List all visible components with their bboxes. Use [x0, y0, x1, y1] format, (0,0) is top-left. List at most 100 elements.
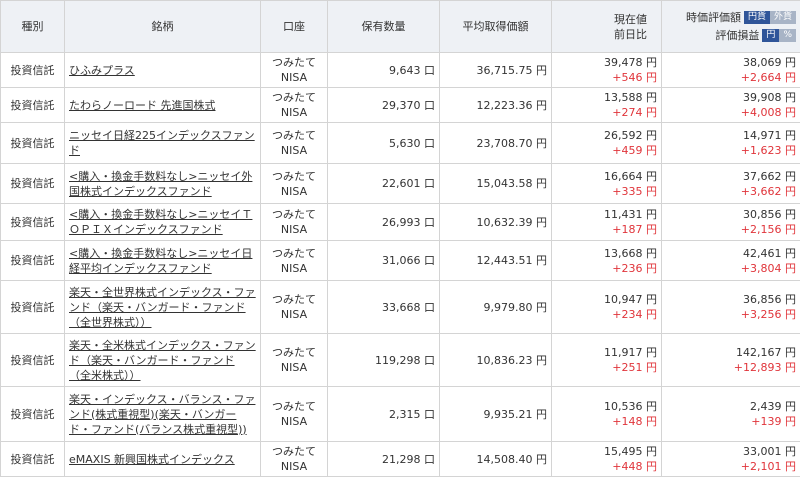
account-type: つみたて NISA [260, 203, 328, 241]
change-label: 前日比 [614, 27, 647, 41]
change-value: +335 円 [612, 184, 657, 198]
account-line-1: つみたて [272, 56, 316, 69]
fund-type: 投資信託 [0, 52, 65, 88]
toggle-foreign-button[interactable]: 外貨 [769, 11, 796, 24]
fund-name-cell: <購入・換金手数料なし>ニッセイ外国株式インデックスファンド [64, 163, 261, 204]
fund-name-link[interactable]: ニッセイ日経225インデックスファンド [69, 129, 255, 157]
col-header-quantity: 保有数量 [327, 0, 440, 53]
price-cell: 11,917 円 +251 円 [551, 333, 662, 387]
quantity-value: 22,601 口 [327, 163, 440, 204]
account-line-1: つみたて [272, 445, 316, 458]
account-line-2: NISA [280, 415, 308, 428]
account-type: つみたて NISA [260, 52, 328, 88]
profit-loss-value: +2,156 円 [740, 223, 796, 236]
price-cell: 26,592 円 +459 円 [551, 122, 662, 164]
evaluation-cell: 36,856 円 +3,256 円 [661, 280, 800, 334]
market-value: 33,001 円 [743, 445, 796, 458]
fund-name-cell: 楽天・全米株式インデックス・ファンド（楽天・バンガード・ファンド（全米株式）） [64, 333, 261, 387]
col-header-avg-cost: 平均取得価額 [439, 0, 552, 53]
fund-name-cell: 楽天・全世界株式インデックス・ファンド（楽天・バンガード・ファンド（全世界株式）… [64, 280, 261, 334]
fund-name-link[interactable]: <購入・換金手数料なし>ニッセイＴＯＰＩＸインデックスファンド [69, 208, 252, 236]
fund-type: 投資信託 [0, 386, 65, 442]
account-line-2: NISA [280, 223, 308, 236]
price-value: 11,431 円 [604, 208, 657, 221]
profit-loss-value: +3,804 円 [740, 261, 796, 275]
account-type: つみたて NISA [260, 441, 328, 477]
avg-cost-value: 36,715.75 円 [439, 52, 552, 88]
table-header-row: 種別 銘柄 口座 保有数量 平均取得価額 現在値 前日比 時価評価額 円貨 外貨… [0, 0, 800, 53]
fund-name-link[interactable]: 楽天・インデックス・バランス・ファンド(株式重視型)(楽天・バンガード・ファンド… [69, 393, 255, 436]
toggle-yen-button[interactable]: 円貨 [743, 11, 770, 24]
account-type: つみたて NISA [260, 87, 328, 123]
account-line-1: つみたて [272, 91, 316, 104]
quantity-value: 21,298 口 [327, 441, 440, 477]
col-header-evaluation: 時価評価額 円貨 外貨 評価損益 円 % [661, 0, 800, 53]
price-value: 11,917 円 [604, 346, 657, 359]
evaluation-cell: 38,069 円 +2,664 円 [661, 52, 800, 88]
price-value: 15,495 円 [604, 445, 657, 458]
profit-loss-value: +3,662 円 [740, 184, 796, 198]
price-value: 10,536 円 [604, 400, 657, 413]
avg-cost-value: 10,632.39 円 [439, 203, 552, 241]
change-value: +236 円 [612, 261, 657, 275]
avg-cost-value: 14,508.40 円 [439, 441, 552, 477]
table-row: 投資信託 <購入・換金手数料なし>ニッセイ外国株式インデックスファンド つみたて NI… [0, 163, 800, 204]
account-line-2: NISA [280, 144, 308, 157]
quantity-value: 29,370 口 [327, 87, 440, 123]
account-line-2: NISA [280, 106, 308, 119]
price-value: 16,664 円 [604, 169, 657, 183]
col-header-name: 銘柄 [64, 0, 261, 53]
fund-type: 投資信託 [0, 163, 65, 204]
price-value: 39,478 円 [604, 56, 657, 69]
holdings-table: 種別 銘柄 口座 保有数量 平均取得価額 現在値 前日比 時価評価額 円貨 外貨… [0, 0, 800, 477]
account-line-2: NISA [280, 184, 308, 198]
avg-cost-value: 12,223.36 円 [439, 87, 552, 123]
account-type: つみたて NISA [260, 386, 328, 442]
evaluation-cell: 37,662 円 +3,662 円 [661, 163, 800, 204]
table-row: 投資信託 ニッセイ日経225インデックスファンド つみたて NISA 5,630 口 23… [0, 122, 800, 164]
market-value: 14,971 円 [743, 129, 796, 142]
market-value: 42,461 円 [743, 246, 796, 260]
table-row: 投資信託 <購入・換金手数料なし>ニッセイ日経平均インデックスファンド つみたて NI… [0, 240, 800, 281]
market-value: 36,856 円 [743, 293, 796, 306]
quantity-value: 2,315 口 [327, 386, 440, 442]
market-value: 30,856 円 [743, 208, 796, 221]
fund-name-link[interactable]: たわらノーロード 先進国株式 [69, 99, 216, 112]
evaluation-cell: 14,971 円 +1,623 円 [661, 122, 800, 164]
account-type: つみたて NISA [260, 240, 328, 281]
account-type: つみたて NISA [260, 333, 328, 387]
change-value: +448 円 [612, 460, 657, 473]
fund-name-link[interactable]: eMAXIS 新興国株式インデックス [69, 453, 235, 466]
table-row: 投資信託 楽天・インデックス・バランス・ファンド(株式重視型)(楽天・バンガード・… [0, 386, 800, 442]
fund-name-cell: ニッセイ日経225インデックスファンド [64, 122, 261, 164]
account-line-1: つみたて [272, 400, 316, 413]
market-value: 142,167 円 [736, 346, 796, 359]
market-value: 38,069 円 [743, 56, 796, 69]
eval-label: 時価評価額 [685, 11, 741, 24]
currency-toggle: 円貨 外貨 [743, 11, 796, 24]
price-value: 26,592 円 [604, 129, 657, 142]
toggle-pl-yen-button[interactable]: 円 [762, 29, 780, 42]
account-line-1: つみたて [272, 293, 316, 306]
price-cell: 13,588 円 +274 円 [551, 87, 662, 123]
fund-name-link[interactable]: 楽天・全米株式インデックス・ファンド（楽天・バンガード・ファンド（全米株式）） [69, 339, 256, 382]
fund-name-link[interactable]: <購入・換金手数料なし>ニッセイ日経平均インデックスファンド [69, 247, 252, 275]
quantity-value: 119,298 口 [327, 333, 440, 387]
avg-cost-value: 15,043.58 円 [439, 163, 552, 204]
table-row: 投資信託 eMAXIS 新興国株式インデックス つみたて NISA 21,298 口 14… [0, 441, 800, 477]
fund-name-link[interactable]: 楽天・全世界株式インデックス・ファンド（楽天・バンガード・ファンド（全世界株式）… [69, 286, 256, 329]
price-value: 13,588 円 [604, 91, 657, 104]
price-cell: 10,947 円 +234 円 [551, 280, 662, 334]
fund-name-link[interactable]: <購入・換金手数料なし>ニッセイ外国株式インデックスファンド [69, 170, 252, 198]
table-row: 投資信託 たわらノーロード 先進国株式 つみたて NISA 29,370 口 12,223… [0, 87, 800, 123]
col-header-account: 口座 [260, 0, 328, 53]
account-line-1: つみたて [272, 208, 316, 221]
quantity-value: 33,668 口 [327, 280, 440, 334]
toggle-pl-percent-button[interactable]: % [779, 29, 796, 42]
col-header-type: 種別 [0, 0, 65, 53]
fund-name-link[interactable]: ひふみプラス [69, 64, 135, 77]
price-cell: 15,495 円 +448 円 [551, 441, 662, 477]
avg-cost-value: 9,935.21 円 [439, 386, 552, 442]
account-line-1: つみたて [272, 246, 316, 260]
change-value: +234 円 [612, 308, 657, 321]
